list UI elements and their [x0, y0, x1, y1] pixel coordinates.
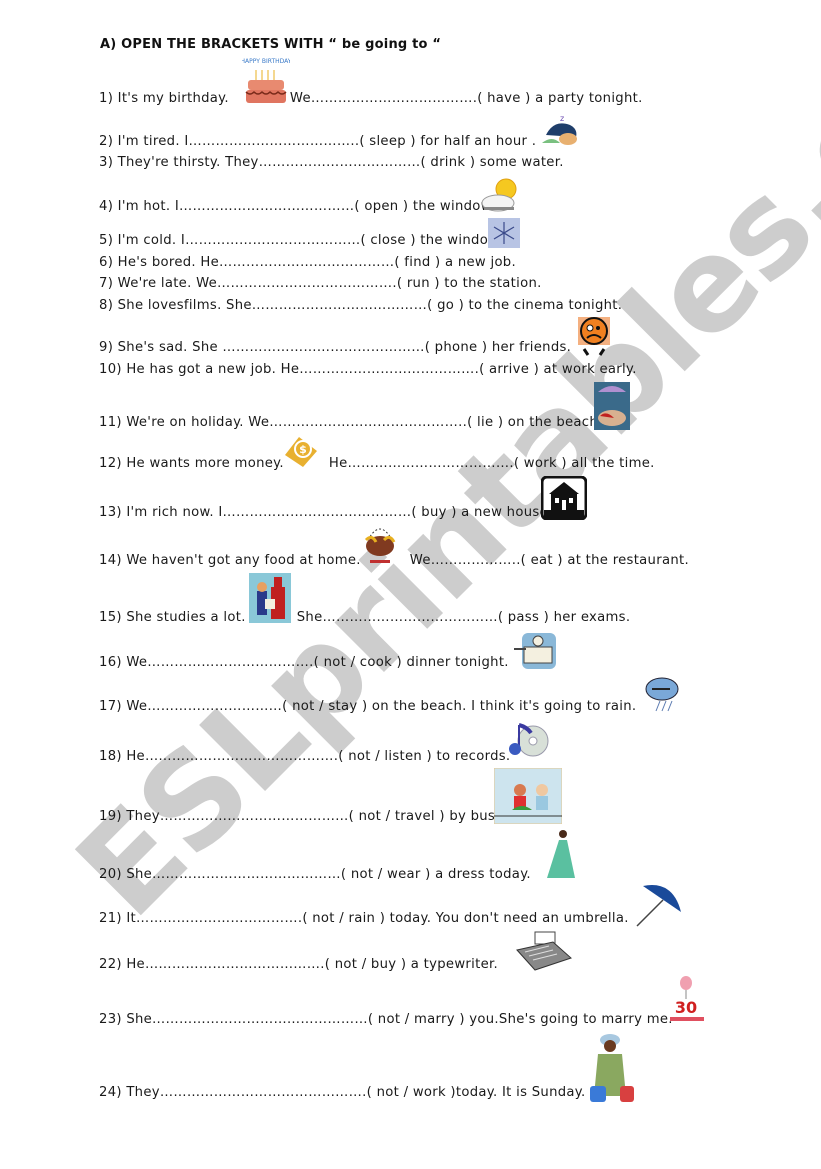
exercise-text: 5) I'm cold. I…………………………………( close ) the… — [99, 233, 503, 248]
worksheet-title: A) OPEN THE BRACKETS WITH “ be going to … — [100, 37, 442, 52]
umbrella-icon — [633, 882, 683, 928]
exercise-text: 4) I'm hot. I…………………………………( open ) the w… — [99, 199, 496, 214]
exercise-text: 24) They……………………………………….( not / work )to… — [99, 1085, 586, 1100]
exercise-text-continued: We………………..( eat ) at the restaurant. — [409, 553, 689, 568]
exercise-text: 11) We're on holiday. We……………………………………..… — [99, 415, 603, 430]
music-cd-icon — [505, 721, 551, 759]
exercise-text: 22) He………………………………….( not / buy ) a type… — [99, 957, 498, 972]
exercise-text: 7) We're late. We………………………………….( run ) t… — [99, 276, 542, 291]
exercise-2: 2) I'm tired. I………………………………..( sleep ) f… — [99, 134, 536, 149]
exercise-text: 6) He's bored. He…………………………………( find ) a… — [99, 255, 516, 270]
exercise-text: 18) He…………………………………….( not / listen ) to… — [99, 749, 511, 764]
exercise-6: 6) He's bored. He…………………………………( find ) a… — [99, 255, 516, 270]
exercise-4: 4) I'm hot. I…………………………………( open ) the w… — [99, 199, 495, 214]
exercise-3: 3) They're thirsty. They………………………………( dr… — [99, 155, 564, 170]
exercise-17: 17) We…………………………( not / stay ) on the be… — [99, 699, 636, 714]
exercise-12: 12) He wants more money. He……………………………….… — [99, 456, 655, 471]
exercise-text: 15) She studies a lot. — [99, 610, 246, 625]
exercise-text: 12) He wants more money. — [99, 456, 284, 471]
exercise-text-continued: He……………………………….( work ) all the time. — [328, 456, 655, 471]
anniversary-icon: 30 — [666, 975, 708, 1027]
exercise-text: 9) She's sad. She ………………………………………( phone… — [99, 340, 572, 355]
exercise-text: 20) She……………………………………( not / wear ) a dr… — [99, 867, 531, 882]
sad-face-icon — [576, 315, 612, 359]
exercise-8: 8) She lovesfilms. She…………………………………( go … — [99, 298, 622, 313]
beach-umbrella-icon — [594, 382, 630, 430]
exercise-19: 19) They……………………………………( not / travel ) b… — [99, 809, 500, 824]
exercise-10: 10) He has got a new job. He………………………………… — [99, 362, 637, 377]
exercise-22: 22) He………………………………….( not / buy ) a type… — [99, 957, 498, 972]
exercise-16: 16) We……………………………….( not / cook ) dinner… — [99, 655, 509, 670]
exercise-21: 21) It……………………………….( not / rain ) today.… — [99, 911, 629, 926]
exercise-11: 11) We're on holiday. We……………………………………..… — [99, 415, 603, 430]
exercise-13: 13) I'm rich now. I……………………………………( buy )… — [99, 505, 552, 520]
exercise-text: 1) It's my birthday. — [99, 91, 229, 106]
svg-text:$: $ — [299, 443, 307, 456]
exercise-23: 23) She…………………………………………( not / marry ) y… — [99, 1012, 673, 1027]
exercise-text: 10) He has got a new job. He………………………………… — [99, 362, 637, 377]
exercise-text-continued: We……………………………….( have ) a party tonight. — [289, 91, 643, 106]
exercise-5: 5) I'm cold. I…………………………………( close ) the… — [99, 233, 502, 248]
diploma-icon — [249, 573, 291, 623]
house-icon — [541, 476, 587, 520]
typewriter-icon — [513, 930, 577, 972]
exercise-text: 19) They……………………………………( not / travel ) b… — [99, 809, 500, 824]
sleeping-icon: z — [540, 113, 582, 147]
exercise-text: 2) I'm tired. I………………………………..( sleep ) f… — [99, 134, 537, 149]
exercise-7: 7) We're late. We………………………………….( run ) t… — [99, 276, 542, 291]
exercise-text: 21) It……………………………….( not / rain ) today.… — [99, 911, 629, 926]
exercise-15: 15) She studies a lot. She…………………………………(… — [99, 610, 630, 625]
exercise-text: 16) We……………………………….( not / cook ) dinner… — [99, 655, 509, 670]
exercise-text: 23) She…………………………………………( not / marry ) y… — [99, 1012, 673, 1027]
birthday-cake-icon: HAPPY BIRTHDAY — [242, 56, 290, 108]
sun-cloud-icon — [480, 175, 522, 217]
svg-text:z: z — [560, 114, 564, 123]
exercise-text: 17) We…………………………( not / stay ) on the be… — [99, 699, 637, 714]
food-basket-icon — [362, 522, 398, 568]
exercise-text: 3) They're thirsty. They………………………………( dr… — [99, 155, 564, 170]
exercise-9: 9) She's sad. She ………………………………………( phone… — [99, 340, 571, 355]
bus-passengers-icon — [494, 768, 562, 824]
exercise-18: 18) He…………………………………….( not / listen ) to… — [99, 749, 510, 764]
worker-icon — [586, 1032, 638, 1104]
exercise-20: 20) She……………………………………( not / wear ) a dr… — [99, 867, 531, 882]
exercise-24: 24) They……………………………………….( not / work )to… — [99, 1085, 586, 1100]
exercise-text-continued: She…………………………………( pass ) her exams. — [296, 610, 631, 625]
svg-text:30: 30 — [675, 998, 697, 1017]
exercise-text: 13) I'm rich now. I……………………………………( buy )… — [99, 505, 553, 520]
watermark: ESLprintables.com — [49, 0, 821, 946]
money-icon: $ — [283, 433, 319, 469]
dress-woman-icon — [543, 828, 577, 882]
cooking-icon — [514, 631, 558, 671]
exercise-text: 14) We haven't got any food at home. — [99, 553, 361, 568]
exercise-1: 1) It's my birthday. We……………………………….( ha… — [99, 91, 643, 106]
snowflake-icon — [488, 218, 520, 248]
rain-cloud-icon — [644, 675, 682, 715]
exercise-text: 8) She lovesfilms. She…………………………………( go … — [99, 298, 623, 313]
svg-text:HAPPY BIRTHDAY: HAPPY BIRTHDAY — [242, 58, 290, 65]
